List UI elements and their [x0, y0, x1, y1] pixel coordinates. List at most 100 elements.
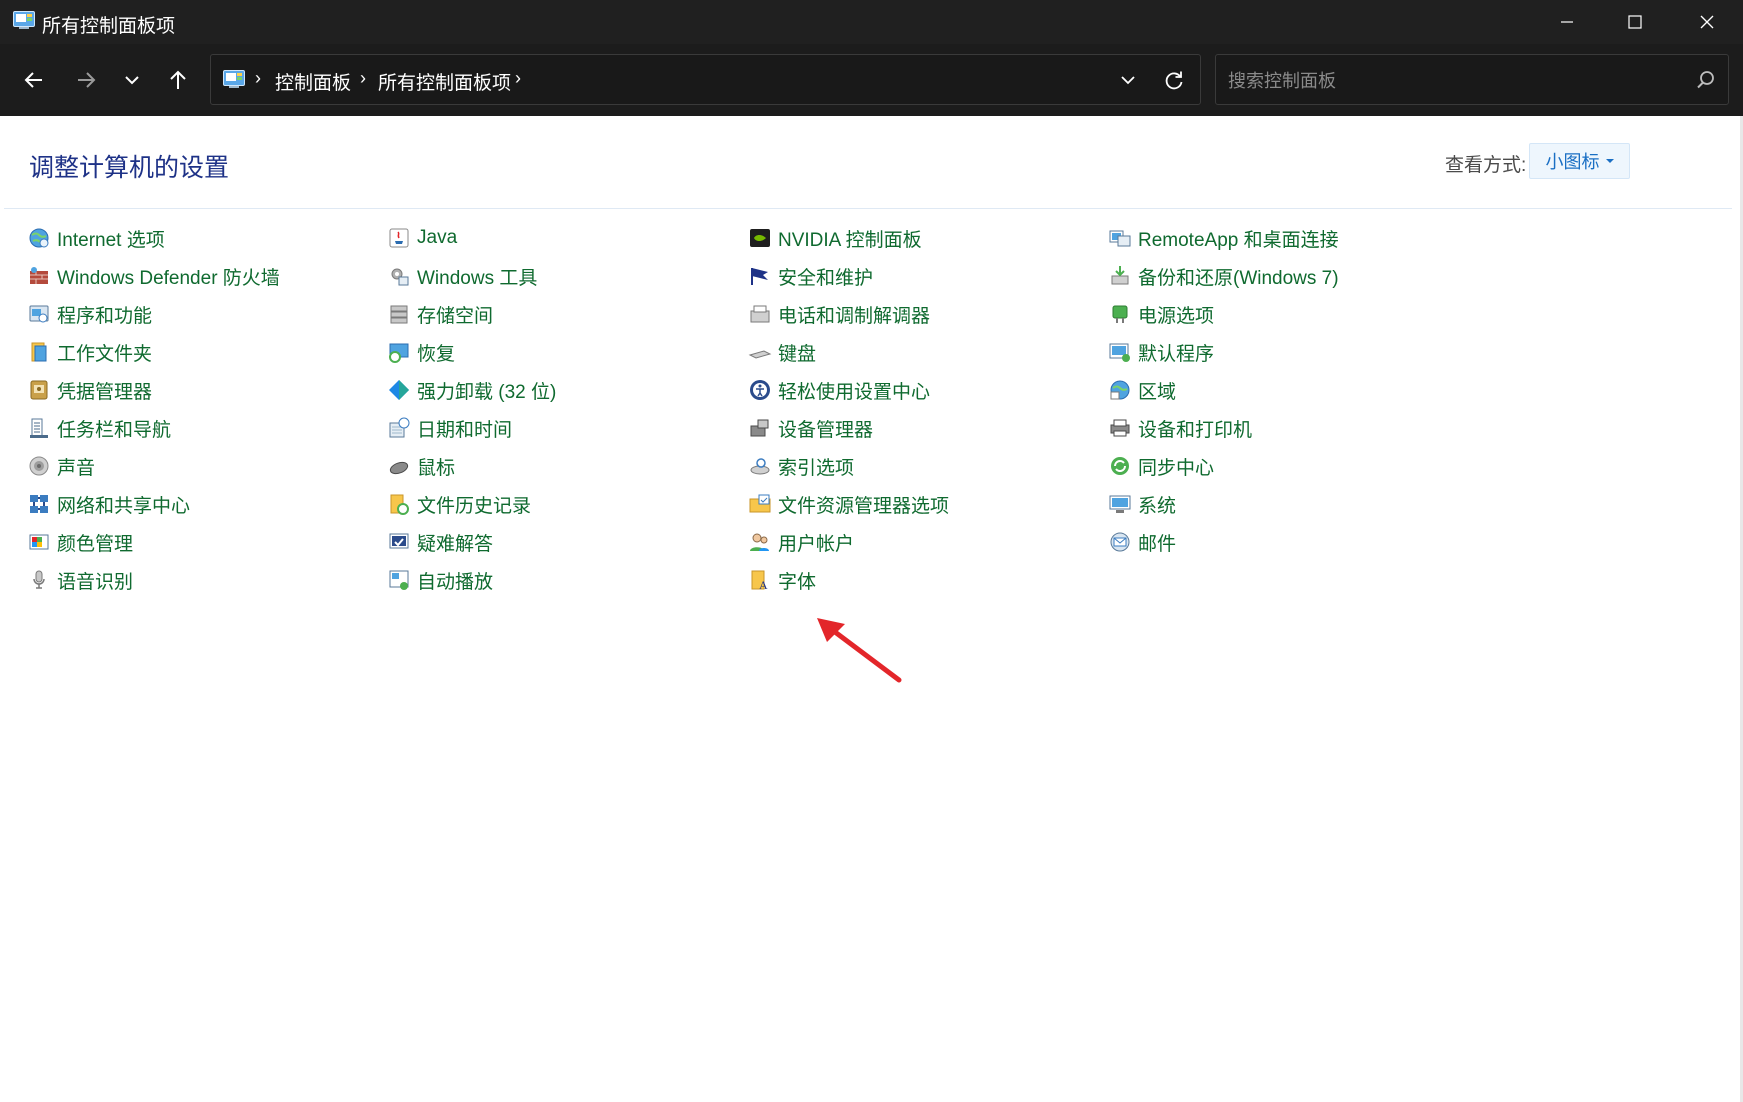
control-panel-item[interactable]: 轻松使用设置中心 [748, 373, 930, 407]
control-panel-item[interactable]: 文件历史记录 [387, 487, 531, 521]
control-panel-item[interactable]: RemoteApp 和桌面连接 [1108, 221, 1339, 255]
control-panel-item[interactable]: 程序和功能 [27, 297, 152, 331]
control-panel-item[interactable]: 工作文件夹 [27, 335, 152, 369]
control-panel-item[interactable]: NVIDIA 控制面板 [748, 221, 922, 255]
view-by-dropdown[interactable]: 小图标 [1529, 143, 1630, 179]
remoteapp-icon [1109, 230, 1131, 247]
control-panel-item[interactable]: 同步中心 [1108, 449, 1214, 483]
control-panel-item[interactable]: 备份和还原(Windows 7) [1108, 259, 1339, 293]
control-panel-item[interactable]: Windows Defender 防火墙 [27, 259, 280, 293]
control-panel-item[interactable]: 颜色管理 [27, 525, 133, 559]
control-panel-item-label[interactable]: 语音识别 [57, 567, 133, 594]
control-panel-item[interactable]: 系统 [1108, 487, 1176, 521]
control-panel-item-label[interactable]: 邮件 [1138, 529, 1176, 556]
control-panel-item-label[interactable]: 轻松使用设置中心 [778, 377, 930, 404]
control-panel-item-label[interactable]: 同步中心 [1138, 453, 1214, 480]
control-panel-item-label[interactable]: 键盘 [778, 339, 816, 366]
control-panel-item-label[interactable]: 网络和共享中心 [57, 491, 190, 518]
control-panel-item[interactable]: 电源选项 [1108, 297, 1214, 331]
control-panel-item[interactable]: 默认程序 [1108, 335, 1214, 369]
control-panel-item-label[interactable]: 鼠标 [417, 453, 455, 480]
tools-icon [391, 268, 409, 286]
control-panel-item-label[interactable]: 索引选项 [778, 453, 854, 480]
control-panel-item-label[interactable]: 备份和还原(Windows 7) [1138, 263, 1339, 290]
minimize-button[interactable] [1532, 0, 1602, 44]
control-panel-item[interactable]: 声音 [27, 449, 95, 483]
breadcrumb-control-panel[interactable]: 控制面板 [275, 68, 351, 95]
breadcrumb-separator-icon: › [515, 68, 521, 88]
control-panel-item-label[interactable]: 设备和打印机 [1138, 415, 1252, 442]
control-panel-item[interactable]: 设备管理器 [748, 411, 873, 445]
control-panel-item[interactable]: 凭据管理器 [27, 373, 152, 407]
control-panel-item[interactable]: 邮件 [1108, 525, 1176, 559]
control-panel-item-label[interactable]: 系统 [1138, 491, 1176, 518]
control-panel-item-label[interactable]: 文件资源管理器选项 [778, 491, 949, 518]
control-panel-item[interactable]: 任务栏和导航 [27, 411, 171, 445]
control-panel-item[interactable]: 语音识别 [27, 563, 133, 597]
search-box[interactable] [1215, 54, 1729, 105]
breadcrumb-separator-icon: › [255, 68, 261, 88]
up-button[interactable] [158, 62, 198, 98]
control-panel-item-label[interactable]: 安全和维护 [778, 263, 873, 290]
control-panel-item[interactable]: 用户帐户 [748, 525, 854, 559]
control-panel-item-label[interactable]: Windows Defender 防火墙 [57, 263, 280, 290]
control-panel-item-label[interactable]: 设备管理器 [778, 415, 873, 442]
control-panel-item-label[interactable]: 电源选项 [1138, 301, 1214, 328]
control-panel-item[interactable]: 键盘 [748, 335, 816, 369]
close-button[interactable] [1672, 0, 1742, 44]
ease-of-access-icon [750, 380, 770, 400]
control-panel-item-label[interactable]: 存储空间 [417, 301, 493, 328]
address-bar[interactable]: › 控制面板 › 所有控制面板项 › [210, 54, 1201, 105]
control-panel-item[interactable]: Windows 工具 [387, 259, 537, 293]
forward-button[interactable] [66, 62, 106, 98]
control-panel-item[interactable]: 网络和共享中心 [27, 487, 190, 521]
breadcrumb-all-items[interactable]: 所有控制面板项 [378, 68, 511, 95]
control-panel-item[interactable]: 自动播放 [387, 563, 493, 597]
control-panel-item-label[interactable]: 区域 [1138, 377, 1176, 404]
maximize-button[interactable] [1600, 0, 1670, 44]
control-panel-item[interactable]: Java [387, 221, 457, 255]
control-panel-item-label[interactable]: 电话和调制解调器 [778, 301, 930, 328]
control-panel-item-label[interactable]: NVIDIA 控制面板 [778, 225, 922, 252]
control-panel-item-label[interactable]: 文件历史记录 [417, 491, 531, 518]
control-panel-item-label[interactable]: 字体 [778, 567, 816, 594]
control-panel-item[interactable]: 安全和维护 [748, 259, 873, 293]
default-programs-icon [1109, 343, 1130, 362]
refresh-button[interactable] [1157, 63, 1191, 97]
address-history-button[interactable] [1111, 63, 1145, 97]
control-panel-item[interactable]: 鼠标 [387, 449, 455, 483]
control-panel-item[interactable]: A 字体 [748, 563, 816, 597]
control-panel-item-label[interactable]: Windows 工具 [417, 263, 537, 290]
control-panel-item-label[interactable]: 颜色管理 [57, 529, 133, 556]
control-panel-item-label[interactable]: RemoteApp 和桌面连接 [1138, 225, 1339, 252]
control-panel-item-label[interactable]: 声音 [57, 453, 95, 480]
control-panel-item[interactable]: 区域 [1108, 373, 1176, 407]
control-panel-item-label[interactable]: 自动播放 [417, 567, 493, 594]
search-icon[interactable] [1696, 70, 1716, 90]
control-panel-item-label[interactable]: 工作文件夹 [57, 339, 152, 366]
control-panel-item[interactable]: 索引选项 [748, 449, 854, 483]
control-panel-item-label[interactable]: 程序和功能 [57, 301, 152, 328]
control-panel-item[interactable]: Internet 选项 [27, 221, 165, 255]
control-panel-item[interactable]: 恢复 [387, 335, 455, 369]
control-panel-item[interactable]: 日期和时间 [387, 411, 512, 445]
control-panel-item[interactable]: 强力卸载 (32 位) [387, 373, 556, 407]
control-panel-item-label[interactable]: 用户帐户 [778, 529, 854, 556]
control-panel-item[interactable]: 电话和调制解调器 [748, 297, 930, 331]
control-panel-item[interactable]: 文件资源管理器选项 [748, 487, 949, 521]
control-panel-item-label[interactable]: 任务栏和导航 [57, 415, 171, 442]
control-panel-item-label[interactable]: 疑难解答 [417, 529, 493, 556]
recent-locations-button[interactable] [112, 62, 152, 98]
search-input[interactable] [1226, 67, 1670, 95]
control-panel-item[interactable]: 疑难解答 [387, 525, 493, 559]
back-button[interactable] [14, 62, 54, 98]
control-panel-item-label[interactable]: 恢复 [417, 339, 455, 366]
control-panel-item[interactable]: 设备和打印机 [1108, 411, 1252, 445]
control-panel-item-label[interactable]: 凭据管理器 [57, 377, 152, 404]
control-panel-item-label[interactable]: 日期和时间 [417, 415, 512, 442]
control-panel-item-label[interactable]: 默认程序 [1138, 339, 1214, 366]
control-panel-item-label[interactable]: Java [417, 227, 457, 249]
control-panel-item-label[interactable]: Internet 选项 [57, 225, 165, 252]
control-panel-item-label[interactable]: 强力卸载 (32 位) [417, 377, 556, 404]
control-panel-item[interactable]: 存储空间 [387, 297, 493, 331]
